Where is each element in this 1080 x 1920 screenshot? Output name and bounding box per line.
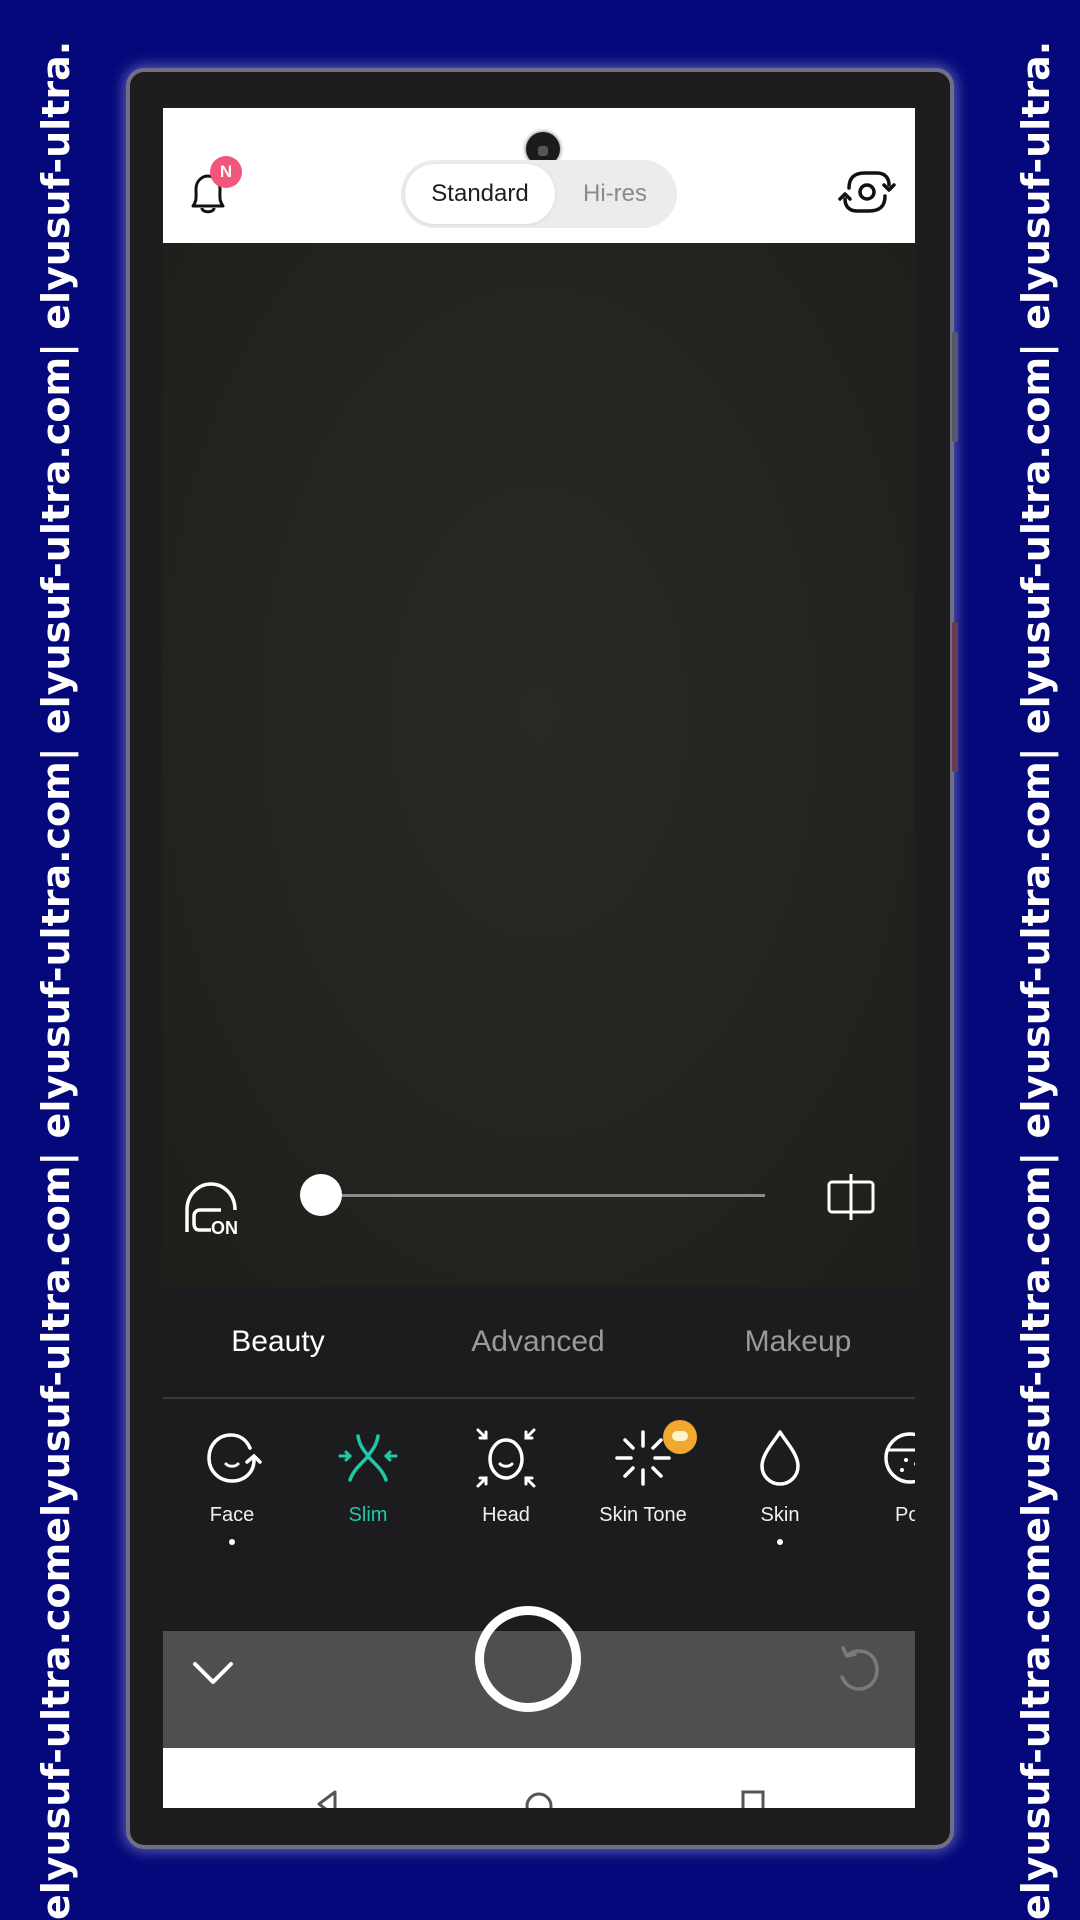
tool-slim[interactable]: Slim — [303, 1426, 433, 1566]
home-icon[interactable] — [519, 1788, 559, 1808]
tool-face-dot — [229, 1539, 235, 1545]
tool-head-label: Head — [482, 1504, 530, 1526]
beauty-on-toggle-icon[interactable]: ON — [181, 1180, 245, 1236]
tab-beauty[interactable]: Beauty — [203, 1312, 353, 1372]
volume-button — [952, 332, 958, 442]
notification-badge: N — [210, 156, 242, 188]
camera-preview[interactable] — [163, 243, 915, 1287]
droplet-icon — [760, 1430, 800, 1486]
intensity-slider-track[interactable] — [321, 1194, 765, 1197]
face-icon — [207, 1433, 262, 1483]
tool-head[interactable]: Head — [441, 1426, 571, 1566]
recents-icon[interactable] — [733, 1788, 773, 1808]
slim-icon — [338, 1434, 398, 1482]
tab-advanced[interactable]: Advanced — [453, 1312, 623, 1372]
phone-frame: N Standard Hi-res ON Beauty Advanced Mak… — [130, 72, 958, 1845]
tool-skin-label: Skin — [760, 1504, 800, 1526]
beauty-toggle-label: ON — [211, 1218, 238, 1236]
quality-option-hires[interactable]: Hi-res — [557, 164, 673, 224]
chevron-down-icon[interactable] — [187, 1646, 239, 1698]
tab-makeup[interactable]: Makeup — [723, 1312, 873, 1372]
tool-skin-tone-label: Skin Tone — [599, 1504, 687, 1526]
shutter-button[interactable] — [475, 1606, 581, 1712]
quality-option-standard[interactable]: Standard — [405, 164, 555, 224]
tool-skin[interactable]: Skin — [715, 1426, 845, 1566]
undo-icon[interactable] — [829, 1642, 885, 1698]
compare-icon[interactable] — [825, 1172, 877, 1222]
tool-slim-label: Slim — [348, 1504, 388, 1526]
tool-skin-dot — [777, 1539, 783, 1545]
intensity-slider-knob[interactable] — [300, 1174, 342, 1216]
tool-pores[interactable]: Po — [845, 1426, 915, 1566]
quality-toggle: Standard Hi-res — [401, 160, 677, 228]
top-bar: N Standard Hi-res — [163, 108, 915, 243]
watermark-right: elyusuf-ultra.comelyusuf-ultra.com| elyu… — [1014, 40, 1058, 1920]
pores-icon — [884, 1432, 915, 1484]
tab-divider — [163, 1397, 915, 1399]
screen: N Standard Hi-res ON Beauty Advanced Mak… — [163, 108, 915, 1808]
power-button — [952, 622, 958, 772]
switch-camera-icon[interactable] — [835, 160, 899, 224]
tool-face-label: Face — [209, 1504, 255, 1526]
back-icon[interactable] — [307, 1788, 347, 1808]
tool-face[interactable]: Face — [167, 1426, 297, 1566]
watermark-left: elyusuf-ultra.comelyusuf-ultra.com| elyu… — [34, 40, 78, 1920]
tool-skin-tone[interactable]: Skin Tone — [578, 1420, 708, 1566]
head-icon — [476, 1428, 536, 1488]
vip-badge-icon — [663, 1420, 697, 1454]
tool-pores-label: Po — [895, 1504, 915, 1526]
